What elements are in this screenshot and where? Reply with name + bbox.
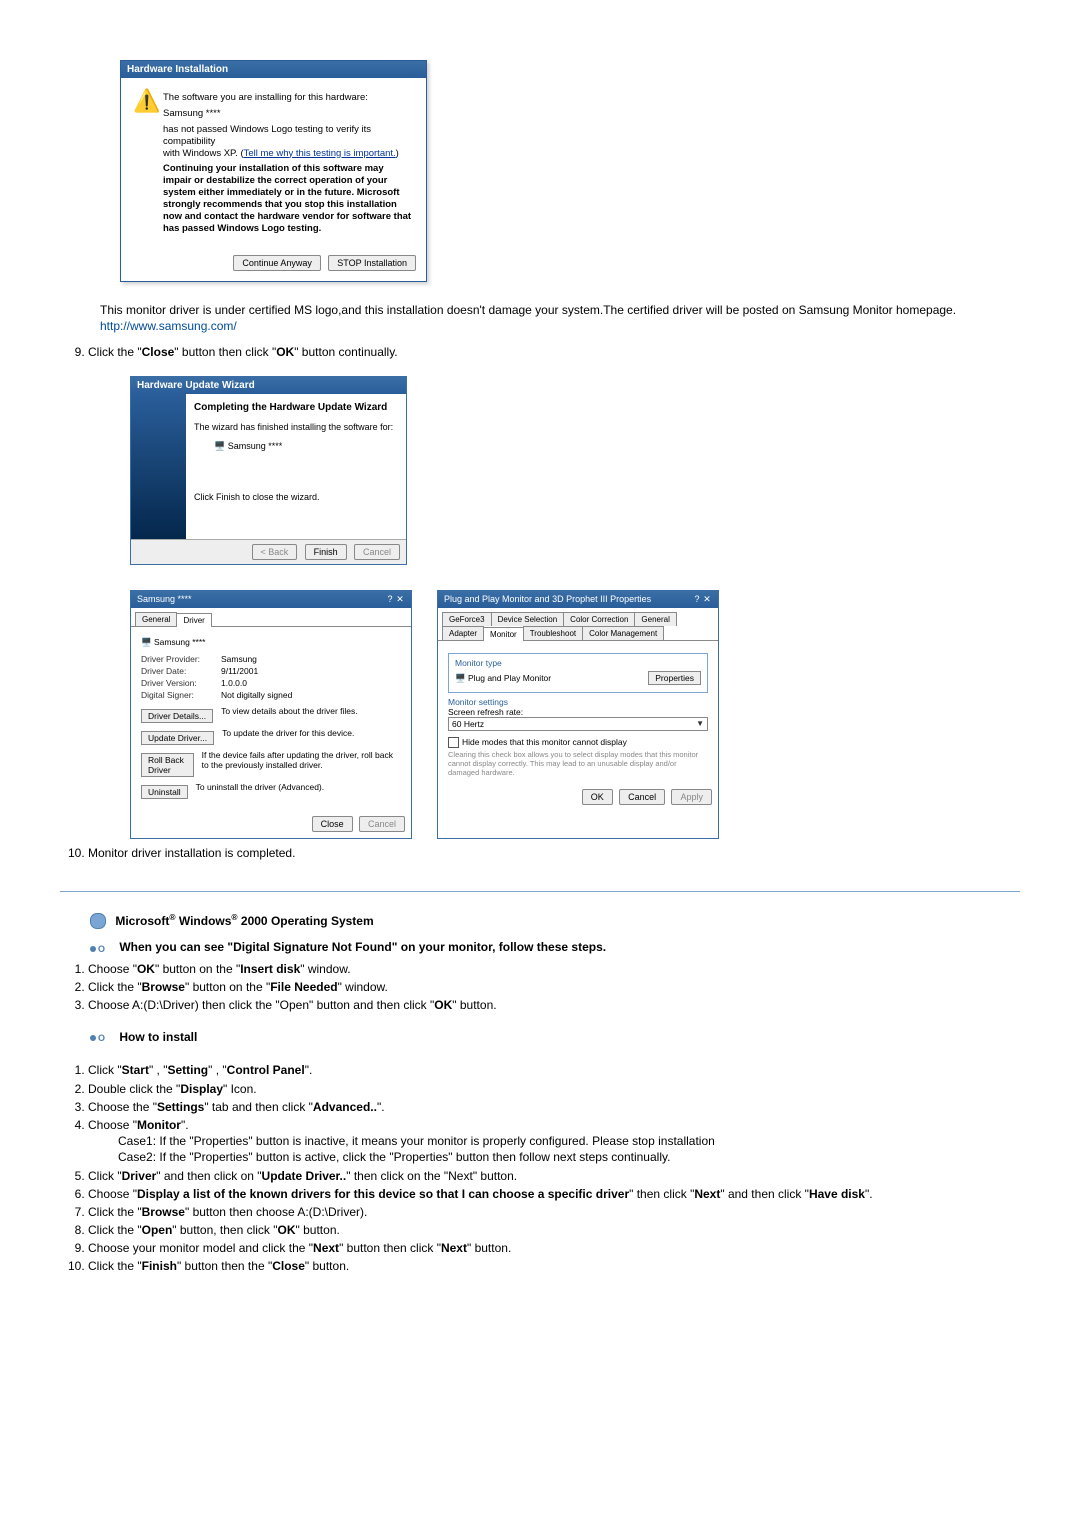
prop1-title: Samsung **** — [137, 594, 192, 605]
inst-step-6: Choose "Display a list of the known driv… — [88, 1186, 1020, 1202]
wizard-device: Samsung **** — [228, 441, 283, 451]
prop1-r4-label: Digital Signer: — [141, 690, 221, 700]
prop2-ok-button[interactable]: OK — [582, 789, 613, 805]
warning-icon: ⚠️ — [133, 88, 163, 239]
dlg-device: Samsung **** — [163, 108, 414, 120]
prop1-r2-label: Driver Date: — [141, 666, 221, 676]
stop-installation-button[interactable]: STOP Installation — [328, 255, 416, 271]
sig-step-1: Choose "OK" button on the "Insert disk" … — [88, 961, 1020, 977]
dlg-line2b-pre: with Windows XP. ( — [163, 148, 244, 159]
tab-driver[interactable]: Driver — [176, 613, 211, 627]
prop1-r1-label: Driver Provider: — [141, 654, 221, 664]
inst-step-5: Click "Driver" and then click on "Update… — [88, 1168, 1020, 1184]
inst-step-1: Click "Start" , "Setting" , "Control Pan… — [88, 1062, 1020, 1078]
inst-step-3: Choose the "Settings" tab and then click… — [88, 1099, 1020, 1115]
help-icon[interactable]: ? — [385, 594, 395, 604]
wizard-sidebar-image — [131, 394, 186, 539]
help-icon[interactable]: ? — [692, 594, 702, 604]
inst-step-9: Choose your monitor model and click the … — [88, 1240, 1020, 1256]
continue-anyway-button[interactable]: Continue Anyway — [233, 255, 321, 271]
monitor-settings-label: Monitor settings — [448, 697, 708, 707]
sig-step-2: Click the "Browse" button on the "File N… — [88, 979, 1020, 995]
hide-modes-checkbox[interactable] — [448, 737, 459, 748]
os-heading: Microsoft® Windows® 2000 Operating Syste… — [90, 912, 1020, 930]
wizard-back-button: < Back — [252, 544, 298, 560]
prop1-close-button[interactable]: Close — [312, 816, 353, 832]
hardware-update-wizard: Hardware Update Wizard Completing the Ha… — [130, 376, 407, 565]
monitor-properties-button[interactable]: Properties — [648, 671, 701, 685]
bullet-icon — [90, 913, 106, 929]
samsung-link[interactable]: http://www.samsung.com/ — [100, 319, 237, 333]
wizard-title: Hardware Update Wizard — [131, 377, 406, 394]
wizard-heading: Completing the Hardware Update Wizard — [194, 402, 398, 413]
certified-note: This monitor driver is under certified M… — [100, 302, 980, 334]
driver-properties-dialog: Samsung **** ?✕ General Driver 🖥️ Samsun… — [130, 590, 412, 839]
refresh-rate-label: Screen refresh rate: — [448, 707, 708, 717]
sig-steps: Choose "OK" button on the "Insert disk" … — [60, 961, 1020, 1014]
wizard-line1: The wizard has finished installing the s… — [194, 422, 398, 432]
tell-me-why-link[interactable]: Tell me why this testing is important. — [244, 148, 396, 159]
sig-heading: When you can see "Digital Signature Not … — [90, 940, 1020, 955]
tab-general2[interactable]: General — [634, 612, 676, 626]
step-9: Click the "Close" button then click "OK"… — [88, 344, 1020, 360]
wizard-line2: Click Finish to close the wizard. — [194, 492, 398, 502]
inst-step-7: Click the "Browse" button then choose A:… — [88, 1204, 1020, 1220]
prop2-title: Plug and Play Monitor and 3D Prophet III… — [444, 594, 651, 605]
chevron-down-icon: ▼ — [696, 719, 704, 729]
close-icon[interactable]: ✕ — [702, 594, 712, 605]
step-9-list: Click the "Close" button then click "OK"… — [60, 344, 1020, 360]
prop1-r4-value: Not digitally signed — [221, 690, 292, 700]
inst-step-2: Double click the "Display" Icon. — [88, 1081, 1020, 1097]
hide-modes-help: Clearing this check box allows you to se… — [448, 750, 708, 777]
tab-geforce3[interactable]: GeForce3 — [442, 612, 492, 626]
prop1-r3-value: 1.0.0.0 — [221, 678, 247, 688]
tab-troubleshoot[interactable]: Troubleshoot — [523, 626, 583, 640]
monitor-properties-dialog: Plug and Play Monitor and 3D Prophet III… — [437, 590, 719, 839]
inst-step-4-case1: Case1: If the "Properties" button is ina… — [118, 1133, 1020, 1149]
hide-modes-label: Hide modes that this monitor cannot disp… — [462, 737, 627, 747]
driver-details-button[interactable]: Driver Details... — [141, 709, 213, 723]
monitor-name: Plug and Play Monitor — [468, 673, 551, 683]
prop1-r2-value: 9/11/2001 — [221, 666, 258, 676]
dlg-line2a: has not passed Windows Logo testing to v… — [163, 124, 371, 147]
step-10: Monitor driver installation is completed… — [88, 845, 1020, 861]
tab-color-management[interactable]: Color Management — [582, 626, 664, 640]
dialog-title: Hardware Installation — [121, 61, 426, 78]
dlg-bold: Continuing your installation of this sof… — [163, 163, 411, 233]
monitor-type-label: Monitor type — [455, 658, 701, 668]
tab-adapter[interactable]: Adapter — [442, 626, 484, 640]
step-10-list: Monitor driver installation is completed… — [60, 845, 1020, 861]
sig-step-3: Choose A:(D:\Driver) then click the "Ope… — [88, 997, 1020, 1013]
dlg-line1: The software you are installing for this… — [163, 92, 414, 104]
close-icon[interactable]: ✕ — [395, 594, 405, 605]
separator — [60, 891, 1020, 892]
prop2-apply-button: Apply — [671, 789, 712, 805]
tab-monitor[interactable]: Monitor — [483, 627, 524, 641]
inst-step-4: Choose "Monitor". Case1: If the "Propert… — [88, 1117, 1020, 1166]
sub-bullet-icon — [90, 1030, 110, 1044]
update-driver-button[interactable]: Update Driver... — [141, 731, 214, 745]
dlg-line2b-post: ) — [396, 148, 399, 159]
refresh-rate-select[interactable]: 60 Hertz▼ — [448, 717, 708, 731]
uninstall-button[interactable]: Uninstall — [141, 785, 188, 799]
tab-device-selection[interactable]: Device Selection — [491, 612, 565, 626]
prop1-r1-value: Samsung — [221, 654, 257, 664]
tab-color-correction[interactable]: Color Correction — [563, 612, 635, 626]
wizard-finish-button[interactable]: Finish — [305, 544, 347, 560]
wizard-cancel-button: Cancel — [354, 544, 400, 560]
inst-step-8: Click the "Open" button, then click "OK"… — [88, 1222, 1020, 1238]
hardware-installation-dialog: Hardware Installation ⚠️ The software yo… — [120, 60, 427, 282]
install-steps: Click "Start" , "Setting" , "Control Pan… — [60, 1062, 1020, 1274]
prop1-r3-label: Driver Version: — [141, 678, 221, 688]
inst-step-4-case2: Case2: If the "Properties" button is act… — [118, 1149, 1020, 1165]
prop1-cancel-button: Cancel — [359, 816, 405, 832]
inst-step-10: Click the "Finish" button then the "Clos… — [88, 1258, 1020, 1274]
prop2-cancel-button[interactable]: Cancel — [619, 789, 665, 805]
how-heading: How to install — [90, 1030, 1020, 1045]
prop1-device: Samsung **** — [154, 637, 206, 647]
tab-general[interactable]: General — [135, 612, 177, 626]
roll-back-driver-button[interactable]: Roll Back Driver — [141, 753, 194, 777]
sub-bullet-icon — [90, 941, 110, 955]
